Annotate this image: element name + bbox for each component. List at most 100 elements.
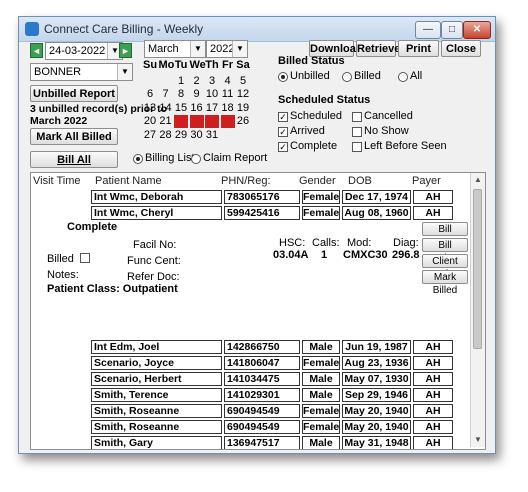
unbilled-report-button[interactable]: Unbilled Report [30, 85, 118, 102]
left-before-seen-checkbox[interactable] [352, 142, 362, 152]
gender-cell[interactable]: Male [302, 388, 340, 402]
calendar-day[interactable]: 27 [143, 129, 157, 142]
calendar-day[interactable]: 17 [205, 102, 219, 115]
print-button[interactable]: Print [398, 40, 439, 57]
patient-name-cell[interactable]: Int Wmc, Cheryl [91, 206, 222, 220]
vertical-scrollbar[interactable]: ▲ ▼ [470, 173, 485, 447]
patient-name-cell[interactable]: Scenario, Herbert [91, 372, 222, 386]
gender-cell[interactable]: Female [302, 404, 340, 418]
dob-cell[interactable]: Aug 08, 1960 [342, 206, 411, 220]
all-radio[interactable] [398, 72, 408, 82]
calendar-day[interactable]: 7 [159, 88, 173, 101]
gender-cell[interactable]: Female [302, 356, 340, 370]
gender-cell[interactable]: Male [302, 436, 340, 449]
dob-cell[interactable]: Sep 29, 1946 [342, 388, 411, 402]
calendar-day[interactable]: 8 [174, 88, 188, 101]
dob-cell[interactable]: Aug 23, 1936 [342, 356, 411, 370]
dob-cell[interactable]: May 07, 1930 [342, 372, 411, 386]
phn-cell[interactable]: 141806047 [224, 356, 300, 370]
calendar-day[interactable]: 21 [159, 115, 173, 128]
calendar-day[interactable]: 26 [236, 115, 250, 128]
dob-cell[interactable]: Jun 19, 1987 [342, 340, 411, 354]
close-window-button[interactable]: ✕ [463, 21, 491, 39]
calendar-day[interactable]: 10 [205, 88, 219, 101]
provider-select[interactable]: BONNER ▼ [30, 63, 133, 81]
calendar-day[interactable]: 24 [205, 115, 219, 128]
billed-radio[interactable] [342, 72, 352, 82]
calendar-day[interactable]: 29 [174, 129, 188, 142]
year-select[interactable]: 2022 ▼ [206, 40, 248, 58]
phn-cell[interactable]: 690494549 [224, 404, 300, 418]
calendar-day[interactable]: 3 [205, 75, 219, 88]
calendar-day[interactable]: 28 [159, 129, 173, 142]
payer-cell[interactable]: AH [413, 388, 453, 402]
calendar-day[interactable]: 1 [174, 75, 188, 88]
dob-cell[interactable]: May 20, 1940 [342, 404, 411, 418]
gender-cell[interactable]: Female [302, 206, 340, 220]
payer-cell[interactable]: AH [413, 372, 453, 386]
bill-button[interactable]: Bill [422, 222, 468, 236]
unbilled-radio[interactable] [278, 72, 288, 82]
month-select[interactable]: March ▼ [144, 40, 206, 58]
gender-cell[interactable]: Male [302, 340, 340, 354]
calendar-day[interactable]: 14 [159, 102, 173, 115]
calendar-day[interactable]: 16 [190, 102, 204, 115]
phn-cell[interactable]: 142866750 [224, 340, 300, 354]
patient-name-cell[interactable]: Int Wmc, Deborah [91, 190, 222, 204]
payer-cell[interactable]: AH [413, 436, 453, 449]
next-date-button[interactable]: ► [119, 43, 132, 58]
mark-all-billed-button[interactable]: Mark All Billed [30, 128, 118, 145]
phn-cell[interactable]: 690494549 [224, 420, 300, 434]
phn-cell[interactable]: 141029301 [224, 388, 300, 402]
gender-cell[interactable]: Male [302, 372, 340, 386]
payer-cell[interactable]: AH [413, 420, 453, 434]
client-info-button[interactable]: Client Info [422, 254, 468, 280]
phn-cell[interactable]: 599425416 [224, 206, 300, 220]
phn-cell[interactable]: 136947517 [224, 436, 300, 449]
patient-name-cell[interactable]: Smith, Roseanne [91, 404, 222, 418]
calendar-day[interactable]: 13 [143, 102, 157, 115]
scheduled-checkbox[interactable]: ✓ [278, 112, 288, 122]
no-show-checkbox[interactable] [352, 127, 362, 137]
calendar-day[interactable]: 6 [143, 88, 157, 101]
calendar-day[interactable]: 12 [236, 88, 250, 101]
calendar-day[interactable]: 2 [190, 75, 204, 88]
minimize-button[interactable]: — [415, 21, 441, 39]
payer-cell[interactable]: AH [413, 340, 453, 354]
patient-name-cell[interactable]: Smith, Terence [91, 388, 222, 402]
payer-cell[interactable]: AH [413, 404, 453, 418]
calendar-day[interactable]: 23 [189, 115, 204, 128]
payer-cell[interactable]: AH [413, 356, 453, 370]
billing-list-radio[interactable] [133, 154, 143, 164]
patient-name-cell[interactable]: Scenario, Joyce [91, 356, 222, 370]
retrieve-button[interactable]: Retrieve [356, 40, 400, 57]
phn-cell[interactable]: 783065176 [224, 190, 300, 204]
complete-checkbox[interactable]: ✓ [278, 142, 288, 152]
chevron-down-icon[interactable]: ▼ [117, 64, 132, 80]
calendar-day[interactable]: 18 [221, 102, 235, 115]
patient-name-cell[interactable]: Smith, Gary [91, 436, 222, 449]
close-button[interactable]: Close [441, 40, 481, 57]
patient-name-cell[interactable]: Int Edm, Joel [91, 340, 222, 354]
phn-cell[interactable]: 141034475 [224, 372, 300, 386]
calendar-day[interactable]: 11 [221, 88, 235, 101]
dob-cell[interactable]: Dec 17, 1974 [342, 190, 411, 204]
scroll-down-icon[interactable]: ▼ [471, 433, 485, 447]
calendar-day[interactable]: 31 [205, 129, 219, 142]
calendar-day[interactable]: 25 [220, 115, 235, 128]
title-bar[interactable]: Connect Care Billing - Weekly — □ ✕ [19, 17, 495, 42]
billed-checkbox[interactable] [80, 253, 90, 263]
patient-name-cell[interactable]: Smith, Roseanne [91, 420, 222, 434]
chevron-down-icon[interactable]: ▼ [190, 41, 205, 57]
calendar-day[interactable]: 22 [174, 115, 188, 128]
maximize-button[interactable]: □ [441, 21, 463, 39]
calendar-day[interactable]: 5 [236, 75, 250, 88]
scroll-up-icon[interactable]: ▲ [471, 173, 485, 187]
mark-billed-button[interactable]: Mark Billed [422, 270, 468, 296]
calendar-day[interactable]: 15 [174, 102, 188, 115]
payer-cell[interactable]: AH [413, 190, 453, 204]
calendar-day[interactable]: 30 [190, 129, 204, 142]
dob-cell[interactable]: May 31, 1948 [342, 436, 411, 449]
dob-cell[interactable]: May 20, 1940 [342, 420, 411, 434]
bill-all-button[interactable]: Bill All [30, 151, 118, 168]
